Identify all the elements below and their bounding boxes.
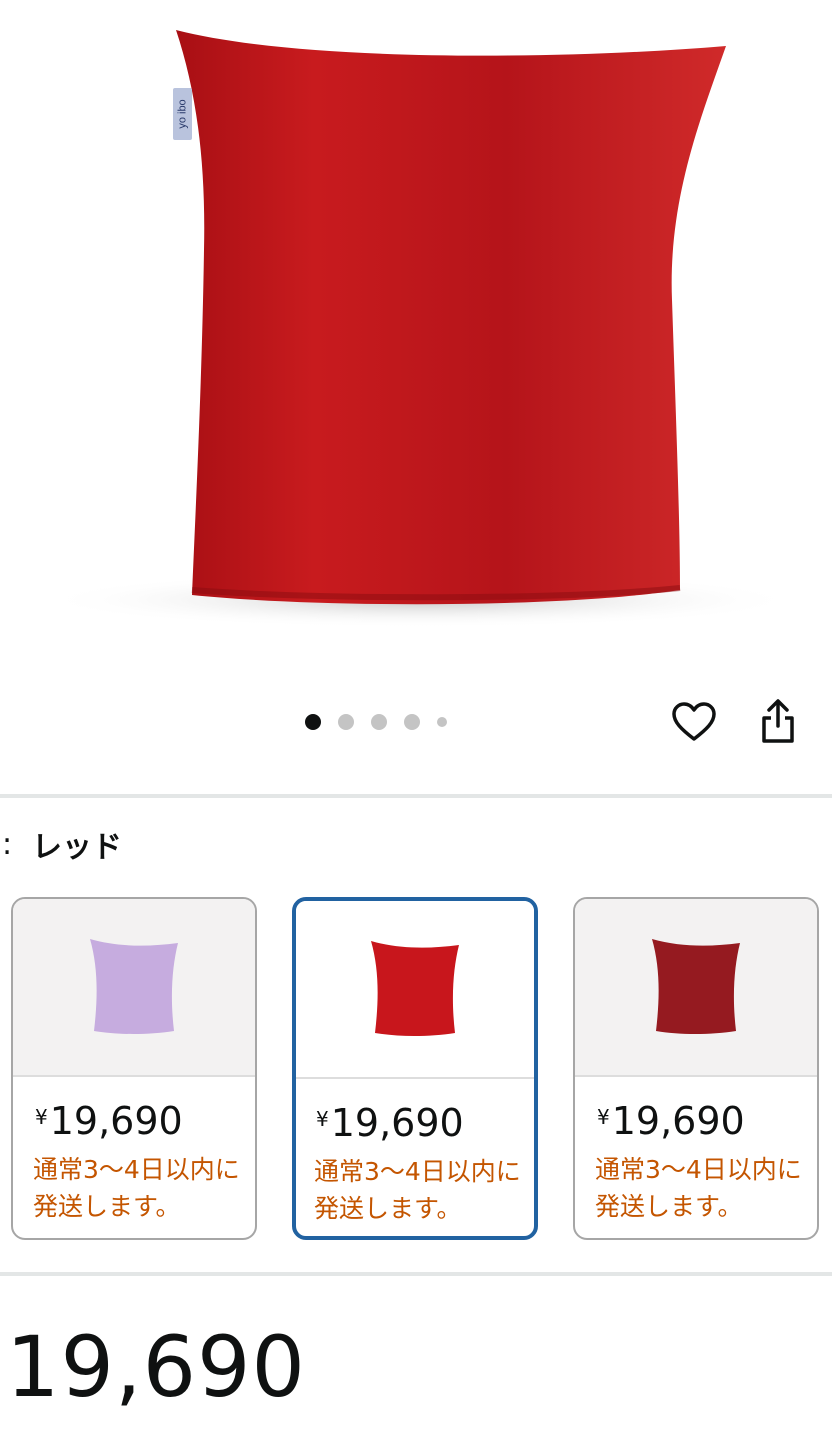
- carousel-dot[interactable]: [404, 714, 420, 730]
- brand-tag: yo ibo: [173, 88, 192, 140]
- variant-swatch-red[interactable]: ¥ 19,690 通常3〜4日以内に発送します。: [292, 897, 538, 1240]
- variant-price: ¥ 19,690: [35, 1099, 183, 1143]
- section-divider: [0, 1272, 832, 1276]
- product-price: 19,690: [6, 1318, 306, 1416]
- variant-swatch-dark-red[interactable]: ¥ 19,690 通常3〜4日以内に発送します。: [573, 897, 819, 1240]
- variant-swatch-lavender[interactable]: ¥ 19,690 通常3〜4日以内に発送します。: [11, 897, 257, 1240]
- carousel-dot-active[interactable]: [305, 714, 321, 730]
- color-selection-row: : レッド: [0, 822, 122, 866]
- variant-thumbnail: [13, 899, 255, 1077]
- selected-color-name: レッド: [32, 830, 122, 865]
- variant-shipping-text: 通常3〜4日以内に発送します。: [595, 1155, 802, 1221]
- variant-shipping-text: 通常3〜4日以内に発送します。: [33, 1155, 240, 1221]
- share-button[interactable]: [753, 694, 803, 748]
- variant-price: ¥ 19,690: [316, 1101, 464, 1145]
- variant-price: ¥ 19,690: [597, 1099, 745, 1143]
- carousel-dot[interactable]: [437, 717, 447, 727]
- section-divider: [0, 794, 832, 798]
- share-icon: [762, 699, 794, 743]
- carousel-dot[interactable]: [371, 714, 387, 730]
- product-image[interactable]: yo ibo: [0, 0, 832, 690]
- wishlist-button[interactable]: [668, 696, 720, 748]
- variant-thumbnail: [575, 899, 817, 1077]
- variant-thumbnail: [296, 901, 534, 1079]
- carousel-indicator: [305, 710, 447, 734]
- variant-shipping-text: 通常3〜4日以内に発送します。: [314, 1157, 521, 1223]
- carousel-dot[interactable]: [338, 714, 354, 730]
- color-label: :: [2, 826, 13, 862]
- heart-outline-icon: [672, 702, 716, 741]
